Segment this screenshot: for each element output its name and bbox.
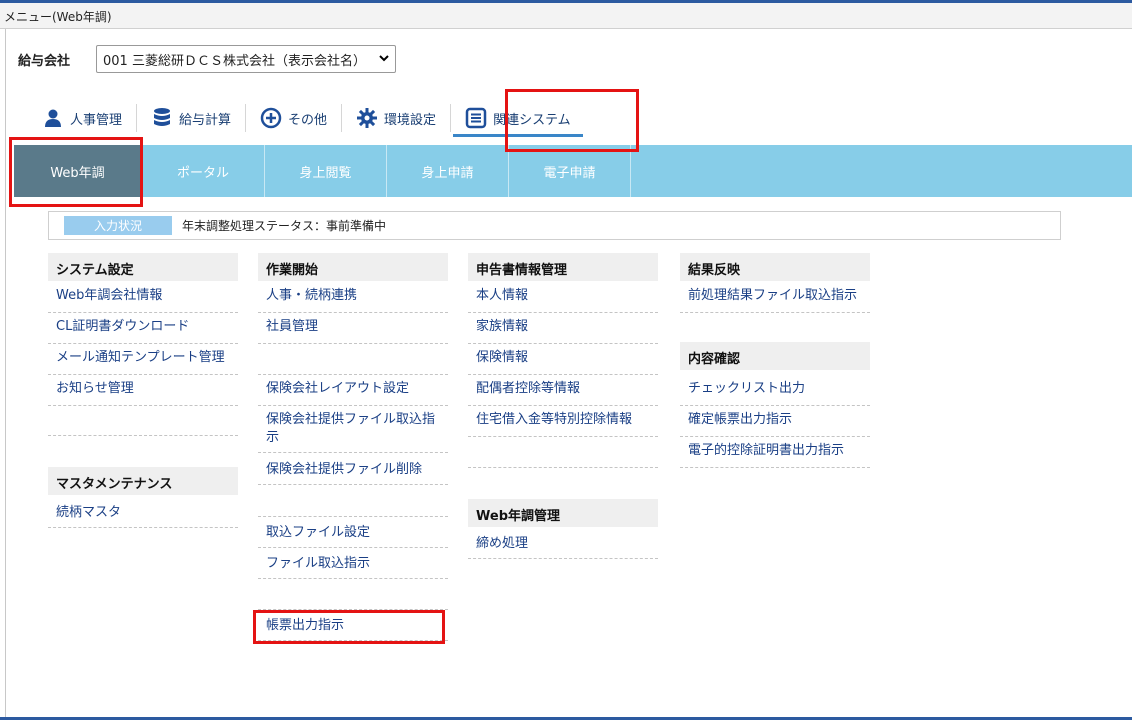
link-form-output-instruction[interactable]: 帳票出力指示 (258, 617, 448, 641)
link-relationship-master[interactable]: 続柄マスタ (48, 504, 238, 528)
list-icon (465, 107, 487, 129)
empty-slot (48, 411, 238, 436)
company-select[interactable]: 001 三菱総研ＤＣＳ株式会社（表示会社名） (96, 45, 396, 73)
tab-hr[interactable]: 人事管理 (30, 102, 134, 134)
link-insurer-file-delete[interactable]: 保険会社提供ファイル削除 (258, 461, 448, 485)
company-select-value: 001 三菱総研ＤＣＳ株式会社（表示会社名） (103, 53, 366, 69)
tab-related-systems-label: 関連システム (493, 112, 571, 128)
section-heading-system-settings: システム設定 (48, 253, 238, 281)
subnav-e-application[interactable]: 電子申請 (509, 145, 631, 197)
subnav-portal[interactable]: ポータル (142, 145, 265, 197)
tab-other[interactable]: その他 (248, 102, 339, 134)
link-cl-certificate-download[interactable]: CL証明書ダウンロード (48, 318, 238, 344)
plus-circle-icon (260, 107, 282, 129)
company-row: 給与会社 001 三菱総研ＤＣＳ株式会社（表示会社名） (18, 45, 396, 73)
tab-env-settings-label: 環境設定 (384, 112, 437, 128)
link-spouse-deduction-info[interactable]: 配偶者控除等情報 (468, 380, 658, 406)
window-title: メニュー(Web年調) (0, 3, 1132, 29)
subnav-profile-request[interactable]: 身上申請 (387, 145, 509, 197)
link-personal-info[interactable]: 本人情報 (468, 287, 658, 313)
database-icon (151, 107, 173, 129)
nav-divider (341, 104, 343, 132)
section-heading-web-admin: Web年調管理 (468, 499, 658, 527)
tab-related-systems[interactable]: 関連システム (453, 99, 583, 137)
status-label: 入力状況 (64, 216, 172, 235)
nav-divider (450, 104, 452, 132)
company-label: 給与会社 (18, 53, 71, 69)
link-employee-management[interactable]: 社員管理 (258, 318, 448, 344)
empty-slot (258, 493, 448, 517)
link-hr-relationship-sync[interactable]: 人事・続柄連携 (258, 287, 448, 313)
main-nav: 人事管理 給与計算 その他 環境設定 関連システム (30, 96, 583, 140)
link-preprocess-result-import[interactable]: 前処理結果ファイル取込指示 (680, 287, 870, 313)
link-closing-process[interactable]: 締め処理 (468, 535, 658, 559)
link-file-import-instruction[interactable]: ファイル取込指示 (258, 555, 448, 579)
subnav-web-nencho[interactable]: Web年調 (14, 145, 142, 197)
tab-other-label: その他 (288, 112, 328, 128)
tab-env-settings[interactable]: 環境設定 (344, 102, 448, 134)
subnav-profile-view[interactable]: 身上閲覧 (265, 145, 387, 197)
nav-divider (136, 104, 138, 132)
tab-payroll-label: 給与計算 (179, 112, 232, 128)
status-bar: 入力状況 年末調整処理ステータス：事前準備中 (48, 211, 1061, 240)
link-final-form-output[interactable]: 確定帳票出力指示 (680, 411, 870, 437)
link-family-info[interactable]: 家族情報 (468, 318, 658, 344)
section-heading-work-start: 作業開始 (258, 253, 448, 281)
link-insurer-layout-settings[interactable]: 保険会社レイアウト設定 (258, 380, 448, 406)
person-icon (42, 107, 64, 129)
empty-slot (258, 586, 448, 610)
link-checklist-output[interactable]: チェックリスト出力 (680, 380, 870, 406)
tab-payroll[interactable]: 給与計算 (139, 102, 243, 134)
link-insurer-file-import[interactable]: 保険会社提供ファイル取込指示 (258, 411, 448, 453)
link-mail-template[interactable]: メール通知テンプレート管理 (48, 349, 238, 375)
link-web-company-info[interactable]: Web年調会社情報 (48, 287, 238, 313)
status-text: 年末調整処理ステータス：事前準備中 (182, 219, 387, 233)
tab-hr-label: 人事管理 (70, 112, 123, 128)
link-housing-loan-deduction[interactable]: 住宅借入金等特別控除情報 (468, 411, 658, 437)
nav-divider (245, 104, 247, 132)
sub-nav: Web年調 ポータル 身上閲覧 身上申請 電子申請 (14, 145, 1132, 197)
link-e-certificate-output[interactable]: 電子的控除証明書出力指示 (680, 442, 870, 468)
empty-slot (258, 349, 448, 375)
link-import-file-settings[interactable]: 取込ファイル設定 (258, 524, 448, 548)
section-heading-declaration: 申告書情報管理 (468, 253, 658, 281)
section-heading-master-maintenance: マスタメンテナンス (48, 467, 238, 495)
gear-icon (356, 107, 378, 129)
empty-slot (468, 442, 658, 468)
link-insurance-info[interactable]: 保険情報 (468, 349, 658, 375)
link-notice-management[interactable]: お知らせ管理 (48, 380, 238, 406)
chevron-down-icon (378, 52, 390, 67)
bottom-accent-line (0, 717, 1132, 727)
section-heading-confirm: 内容確認 (680, 342, 870, 370)
section-heading-result: 結果反映 (680, 253, 870, 281)
